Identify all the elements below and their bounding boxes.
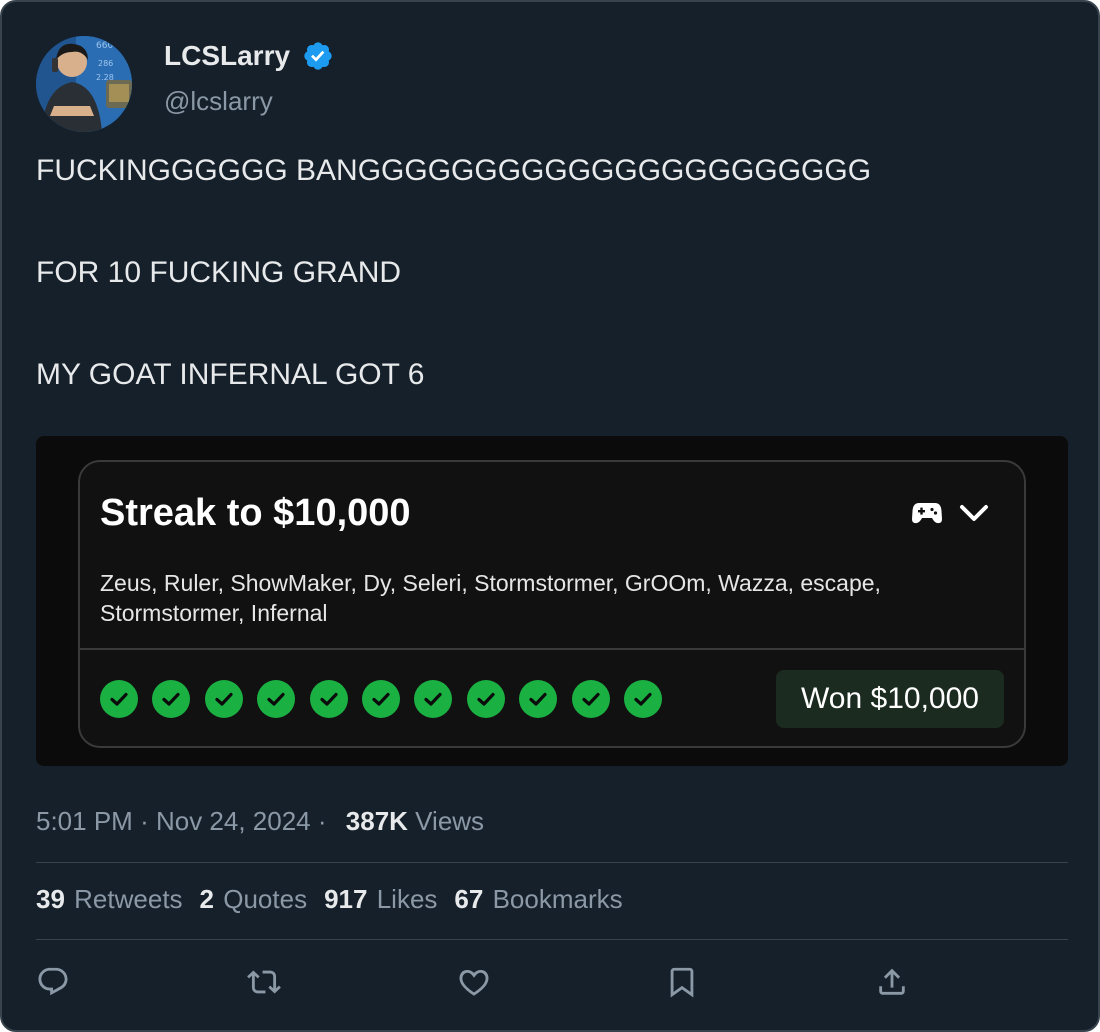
streak-card: Streak to $10,000 Zeus, Ruler, ShowMaker… [78,460,1026,748]
likes-stat[interactable]: 917 Likes [324,884,437,915]
won-badge: Won $10,000 [776,670,1004,728]
retweets-stat[interactable]: 39 Retweets [36,884,183,915]
gamepad-icon [912,502,942,524]
divider [36,862,1068,863]
meta-separator: · [317,806,327,836]
chevron-down-icon[interactable] [958,500,990,526]
tweet-meta: 5:01 PM · Nov 24, 2024 · 387K Views [36,806,484,837]
author-handle[interactable]: @lcslarry [164,86,273,117]
like-icon[interactable] [457,965,491,999]
check-circle-icon [309,680,348,718]
check-circle-icon [152,680,191,718]
bookmark-icon[interactable] [665,965,699,999]
streak-title: Streak to $10,000 [100,492,411,534]
check-circle-icon [624,680,662,718]
tweet-line: MY GOAT INFERNAL GOT 6 [36,358,425,391]
check-circle-icon [100,680,138,718]
svg-text:660: 660 [96,41,113,51]
divider [36,939,1068,940]
quotes-count: 2 [199,884,215,914]
share-icon[interactable] [875,965,909,999]
tweet-date[interactable]: Nov 24, 2024 [156,806,311,836]
bookmarks-label: Bookmarks [492,884,623,914]
check-circle-icon [519,680,558,718]
bookmarks-stat[interactable]: 67 Bookmarks [454,884,622,915]
bookmarks-count: 67 [454,884,484,914]
verified-badge-icon [302,40,334,72]
tweet-text: FUCKINGGGGGG BANGGGGGGGGGGGGGGGGGGGGGG F… [36,154,1066,460]
check-circle-icon [362,680,400,718]
author-name-text[interactable]: LCSLarry [164,40,290,72]
tweet-stats: 39 Retweets 2 Quotes 917 Likes 67 Bookma… [36,884,640,915]
author-display-name[interactable]: LCSLarry [164,40,334,72]
reply-icon[interactable] [36,965,70,999]
divider [80,648,1024,650]
quotes-stat[interactable]: 2 Quotes [200,884,308,915]
meta-separator: · [140,806,149,836]
retweet-icon[interactable] [247,965,281,999]
check-circle-icon [414,680,453,718]
avatar[interactable]: 660 286 2.28 [36,36,132,132]
tweet-line: FOR 10 FUCKING GRAND [36,256,402,289]
players-list: Zeus, Ruler, ShowMaker, Dy, Seleri, Stor… [100,570,881,626]
check-circle-icon [204,680,243,718]
likes-count: 917 [324,884,368,914]
svg-text:286: 286 [98,59,113,68]
views-count: 387K [345,806,408,836]
check-circle-icon [466,680,505,718]
tweet-card: 660 286 2.28 LCSLarry @lcslarry FUCKINGG… [0,0,1100,1032]
tweet-time[interactable]: 5:01 PM [36,806,133,836]
retweets-label: Retweets [74,884,183,914]
views-label: Views [415,806,485,836]
quotes-label: Quotes [223,884,308,914]
retweets-count: 39 [36,884,65,914]
tweet-line: FUCKINGGGGGG BANGGGGGGGGGGGGGGGGGGGGGG [36,154,872,187]
likes-label: Likes [376,884,438,914]
check-circle-icon [571,680,610,718]
tweet-media[interactable]: Streak to $10,000 Zeus, Ruler, ShowMaker… [36,436,1068,766]
check-circle-icon [257,680,296,718]
